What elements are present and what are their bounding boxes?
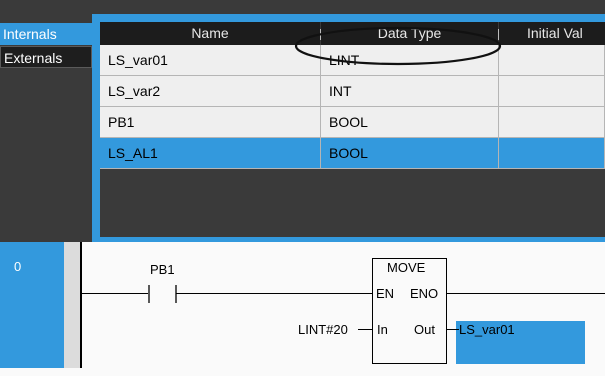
rung-number: 0: [14, 259, 22, 274]
in-value[interactable]: LINT#20: [298, 322, 348, 337]
out-variable[interactable]: LS_var01: [459, 322, 515, 337]
cell-data-type-selected[interactable]: BOOL: [321, 138, 499, 169]
cell-initial-value[interactable]: [499, 107, 605, 138]
rung-wire: [176, 293, 372, 294]
left-power-rail: [80, 242, 82, 368]
gutter-separator: [64, 242, 80, 368]
pin-en-label: EN: [376, 286, 395, 301]
column-header-initial-value[interactable]: Initial Val: [499, 22, 605, 45]
column-header-name[interactable]: Name: [100, 22, 320, 45]
cell-initial-value[interactable]: [499, 76, 605, 107]
function-block-title: MOVE: [387, 260, 426, 275]
rung-wire: [447, 293, 605, 294]
rung-wire: [82, 293, 148, 294]
contact-label: PB1: [150, 262, 175, 277]
no-contact-icon[interactable]: [146, 283, 182, 305]
pin-in-label: In: [377, 322, 388, 337]
pin-out-label: Out: [414, 322, 435, 337]
cell-data-type[interactable]: INT: [321, 76, 499, 107]
cell-name[interactable]: PB1: [100, 107, 321, 138]
cell-name[interactable]: LS_var01: [100, 45, 321, 76]
out-wire: [447, 329, 459, 330]
cell-name[interactable]: LS_var2: [100, 76, 321, 107]
cell-name-selected[interactable]: LS_AL1: [100, 138, 321, 169]
highlight-ellipse: [294, 26, 502, 66]
pin-eno-label: ENO: [410, 286, 439, 301]
tab-internals[interactable]: Internals: [0, 23, 92, 45]
in-wire: [358, 329, 372, 330]
cell-initial-value-selected[interactable]: [499, 138, 605, 169]
cell-data-type[interactable]: BOOL: [321, 107, 499, 138]
cell-initial-value[interactable]: [499, 45, 605, 76]
tab-externals[interactable]: Externals: [0, 46, 92, 68]
